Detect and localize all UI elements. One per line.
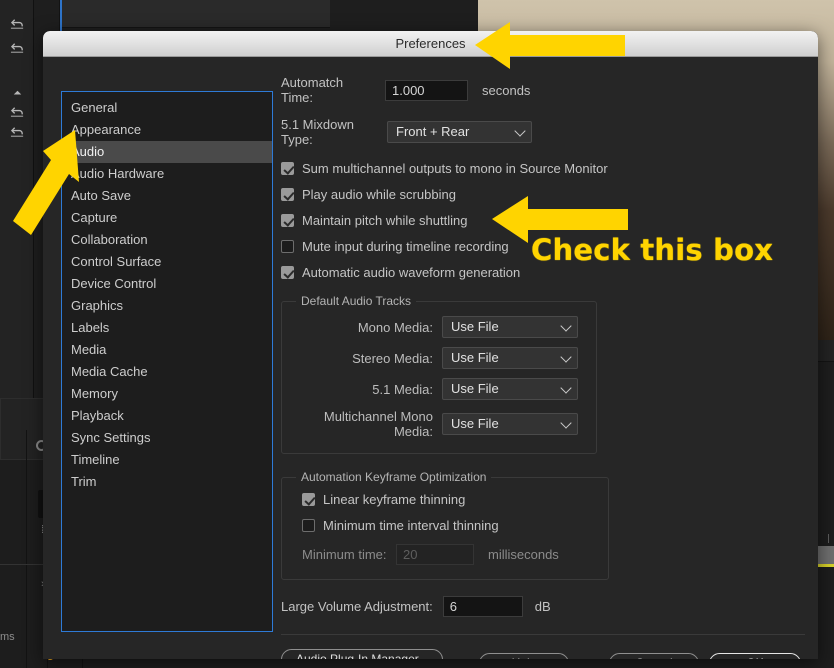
checkbox-row-linear-keyframe-thinning[interactable]: Linear keyframe thinning (302, 492, 596, 507)
mono-media-select[interactable]: Use File (442, 316, 578, 338)
undo-icon[interactable] (4, 36, 30, 58)
maintain-pitch-checkbox[interactable] (281, 214, 294, 227)
play-audio-scrubbing-label: Play audio while scrubbing (302, 187, 456, 202)
background-divider (26, 430, 27, 668)
sidebar-item-timeline[interactable]: Timeline (62, 449, 272, 471)
mute-input-label: Mute input during timeline recording (302, 239, 509, 254)
large-volume-adjustment-label: Large Volume Adjustment: (281, 599, 433, 614)
automatch-time-row: Automatch Time: 1.000 seconds (281, 75, 804, 105)
linear-keyframe-thinning-label: Linear keyframe thinning (323, 492, 466, 507)
sidebar-item-playback[interactable]: Playback (62, 405, 272, 427)
play-audio-scrubbing-checkbox[interactable] (281, 188, 294, 201)
sidebar-item-audio-hardware[interactable]: Audio Hardware (62, 163, 272, 185)
surround-media-value: Use File (451, 381, 499, 396)
stereo-media-row: Stereo Media: Use File (294, 347, 584, 369)
sidebar-item-sync-settings[interactable]: Sync Settings (62, 427, 272, 449)
minimum-time-interval-thinning-checkbox[interactable] (302, 519, 315, 532)
multichannel-mono-media-label: Multichannel Mono Media: (323, 409, 433, 439)
surround-media-row: 5.1 Media: Use File (294, 378, 584, 400)
checkbox-row-play-audio-scrubbing[interactable]: Play audio while scrubbing (281, 187, 804, 202)
stereo-media-select[interactable]: Use File (442, 347, 578, 369)
surround-media-select[interactable]: Use File (442, 378, 578, 400)
sidebar-item-capture[interactable]: Capture (62, 207, 272, 229)
automation-keyframe-optimization-group: Automation Keyframe Optimization Linear … (281, 470, 609, 580)
automatch-time-unit: seconds (482, 82, 531, 98)
dialog-titlebar: Preferences (43, 31, 818, 57)
minimum-time-input[interactable]: 20 (396, 544, 474, 565)
maintain-pitch-label: Maintain pitch while shuttling (302, 213, 468, 228)
mixdown-type-select[interactable]: Front + Rear (387, 121, 532, 143)
checkbox-row-auto-waveform[interactable]: Automatic audio waveform generation (281, 265, 804, 280)
multichannel-mono-media-row: Multichannel Mono Media: Use File (294, 409, 584, 439)
mono-media-row: Mono Media: Use File (294, 316, 584, 338)
mono-media-value: Use File (451, 319, 499, 334)
timeline-unit-label: ms (0, 631, 15, 643)
sidebar-item-labels[interactable]: Labels (62, 317, 272, 339)
automatch-time-input[interactable]: 1.000 (385, 79, 468, 101)
undo-icon[interactable] (4, 120, 30, 142)
mono-media-label: Mono Media: (357, 319, 433, 335)
sidebar-item-device-control[interactable]: Device Control (62, 273, 272, 295)
chevron-down-icon (560, 320, 572, 332)
sidebar-item-collaboration[interactable]: Collaboration (62, 229, 272, 251)
minimum-time-label: Minimum time: (302, 547, 387, 562)
sum-multichannel-checkbox[interactable] (281, 162, 294, 175)
stereo-media-value: Use File (451, 350, 499, 365)
sidebar-item-memory[interactable]: Memory (62, 383, 272, 405)
multichannel-mono-media-value: Use File (451, 416, 499, 431)
sidebar-item-media[interactable]: Media (62, 339, 272, 361)
default-audio-tracks-legend: Default Audio Tracks (301, 294, 412, 308)
stereo-media-label: Stereo Media: (352, 350, 433, 366)
chevron-down-icon (514, 125, 526, 137)
chevron-down-icon (560, 417, 572, 429)
auto-waveform-checkbox[interactable] (281, 266, 294, 279)
undo-icon[interactable] (4, 12, 30, 34)
sidebar-item-graphics[interactable]: Graphics (62, 295, 272, 317)
mixdown-type-row: 5.1 Mixdown Type: Front + Rear (281, 117, 804, 147)
preferences-dialog: Preferences General Appearance Audio Aud… (43, 31, 818, 659)
default-audio-tracks-group: Default Audio Tracks Mono Media: Use Fil… (281, 294, 597, 454)
preferences-category-list[interactable]: General Appearance Audio Audio Hardware … (61, 91, 273, 632)
auto-waveform-label: Automatic audio waveform generation (302, 265, 521, 280)
mixdown-type-label: 5.1 Mixdown Type: (281, 117, 354, 147)
multichannel-mono-media-select[interactable]: Use File (442, 413, 578, 435)
automation-keyframe-legend: Automation Keyframe Optimization (301, 470, 487, 484)
surround-media-label: 5.1 Media: (372, 381, 433, 397)
sidebar-item-general[interactable]: General (62, 97, 272, 119)
checkbox-row-minimum-time-interval-thinning[interactable]: Minimum time interval thinning (302, 518, 596, 533)
sidebar-item-media-cache[interactable]: Media Cache (62, 361, 272, 383)
sidebar-item-control-surface[interactable]: Control Surface (62, 251, 272, 273)
automatch-time-label: Automatch Time: (281, 75, 344, 105)
sidebar-item-audio[interactable]: Audio (62, 141, 272, 163)
cancel-button[interactable]: Cancel (609, 653, 699, 659)
linear-keyframe-thinning-checkbox[interactable] (302, 493, 315, 506)
minimum-time-row: Minimum time: 20 milliseconds (302, 544, 596, 565)
undo-icon[interactable] (4, 100, 30, 122)
sidebar-item-auto-save[interactable]: Auto Save (62, 185, 272, 207)
checkbox-row-sum-multichannel[interactable]: Sum multichannel outputs to mono in Sour… (281, 161, 804, 176)
help-button[interactable]: Help (479, 653, 569, 659)
large-volume-adjustment-input[interactable]: 6 (442, 596, 523, 617)
sidebar-item-trim[interactable]: Trim (62, 471, 272, 493)
minimum-time-interval-thinning-label: Minimum time interval thinning (323, 518, 499, 533)
checkbox-row-mute-input[interactable]: Mute input during timeline recording (281, 239, 804, 254)
ok-button[interactable]: OK (709, 653, 801, 659)
chevron-down-icon (560, 382, 572, 394)
chevron-down-icon (560, 351, 572, 363)
mute-input-checkbox[interactable] (281, 240, 294, 253)
mixdown-type-value: Front + Rear (396, 124, 470, 139)
minimum-time-unit: milliseconds (488, 547, 559, 562)
dialog-title: Preferences (395, 36, 466, 51)
pane-divider (281, 634, 805, 635)
large-volume-adjustment-unit: dB (534, 599, 551, 614)
audio-plugin-manager-button[interactable]: Audio Plug-In Manager... (281, 649, 444, 659)
dialog-body: General Appearance Audio Audio Hardware … (43, 57, 818, 659)
sidebar-item-appearance[interactable]: Appearance (62, 119, 272, 141)
sum-multichannel-label: Sum multichannel outputs to mono in Sour… (302, 161, 608, 176)
background-panel-header (60, 0, 330, 28)
large-volume-adjustment-row: Large Volume Adjustment: 6 dB (281, 596, 804, 617)
audio-preferences-pane: Automatch Time: 1.000 seconds 5.1 Mixdow… (281, 75, 805, 659)
checkbox-row-maintain-pitch[interactable]: Maintain pitch while shuttling (281, 213, 804, 228)
